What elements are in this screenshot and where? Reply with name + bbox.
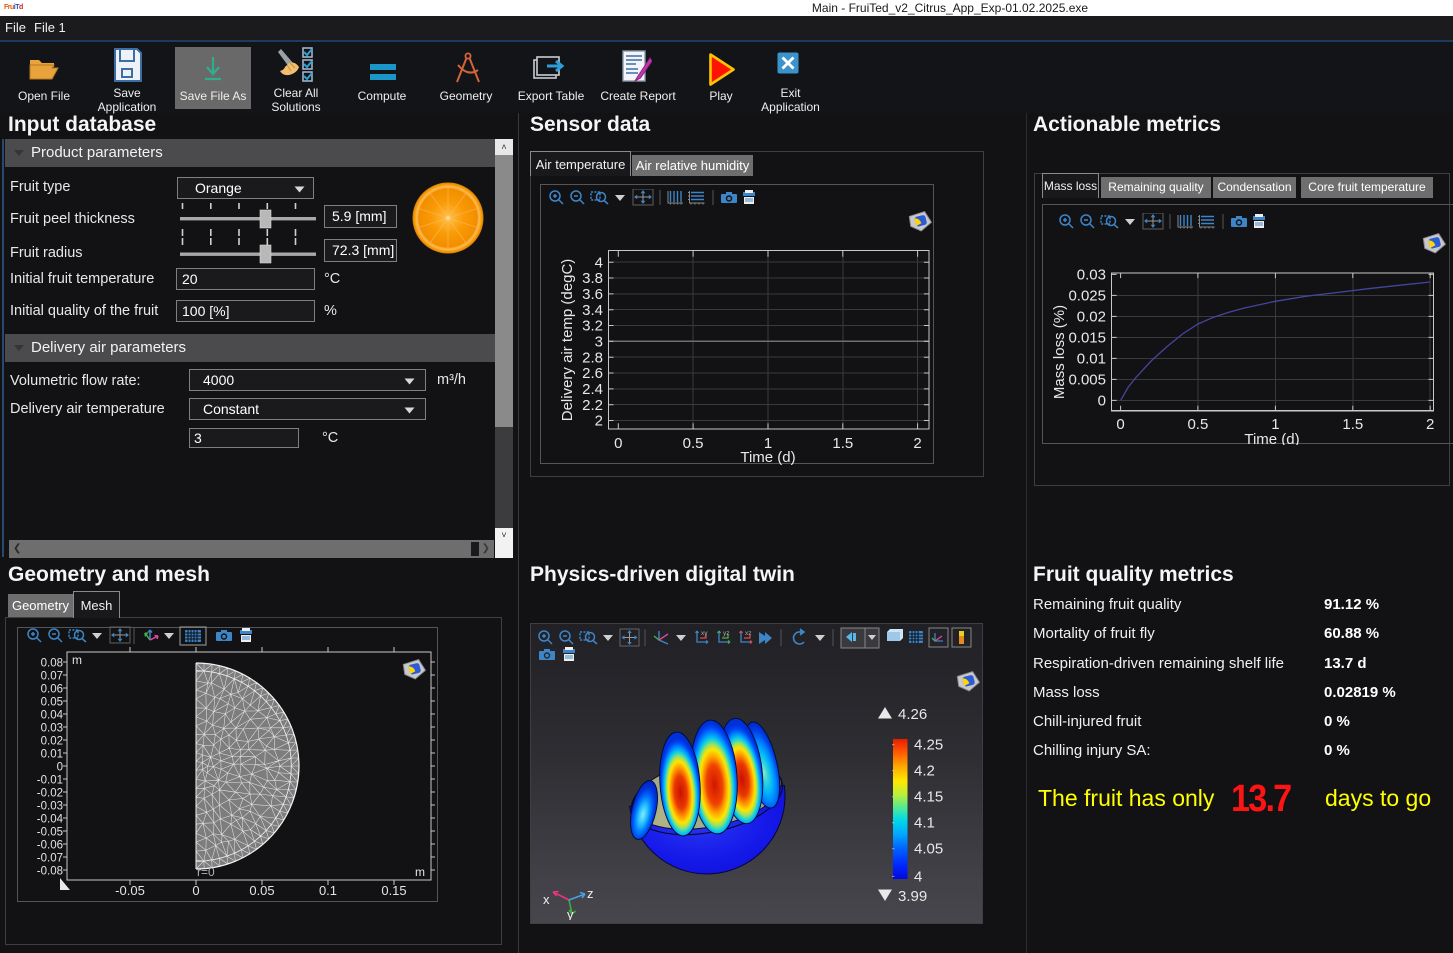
- svg-text:4.15: 4.15: [914, 789, 943, 806]
- svg-text:r=0: r=0: [197, 865, 215, 879]
- svg-text:0.03: 0.03: [41, 723, 63, 735]
- svg-text:-0.07: -0.07: [37, 853, 63, 865]
- svg-text:-0.04: -0.04: [37, 814, 64, 826]
- svg-text:0.02: 0.02: [41, 736, 63, 748]
- svg-text:0.04: 0.04: [41, 710, 64, 722]
- svg-text:4: 4: [914, 868, 922, 885]
- svg-text:4.26: 4.26: [898, 706, 927, 723]
- svg-text:0.03: 0.03: [1077, 266, 1106, 283]
- svg-text:3.2: 3.2: [582, 318, 603, 335]
- svg-text:-0.08: -0.08: [37, 866, 63, 878]
- svg-text:1.5: 1.5: [1342, 416, 1363, 433]
- svg-text:4.2: 4.2: [914, 763, 935, 780]
- svg-text:0: 0: [1116, 416, 1124, 433]
- svg-text:Time (d): Time (d): [740, 449, 795, 465]
- svg-text:z: z: [587, 886, 594, 901]
- svg-text:3: 3: [595, 334, 603, 351]
- svg-text:4.05: 4.05: [914, 841, 943, 858]
- svg-text:0.08: 0.08: [41, 658, 63, 670]
- svg-text:m: m: [72, 653, 82, 667]
- svg-text:0.05: 0.05: [249, 883, 274, 898]
- svg-text:m: m: [415, 865, 425, 879]
- svg-text:-0.06: -0.06: [37, 840, 63, 852]
- svg-text:xz: xz: [745, 630, 752, 637]
- svg-text:Time (d): Time (d): [1244, 431, 1299, 445]
- svg-text:0.02: 0.02: [1077, 308, 1106, 325]
- svg-text:-0.02: -0.02: [37, 788, 63, 800]
- svg-text:0: 0: [57, 762, 63, 774]
- svg-text:xy: xy: [701, 630, 708, 637]
- svg-text:2: 2: [913, 435, 921, 452]
- svg-text:0.07: 0.07: [41, 671, 63, 683]
- svg-text:0.1: 0.1: [319, 883, 337, 898]
- svg-text:2: 2: [595, 413, 603, 430]
- svg-text:y: y: [567, 907, 574, 920]
- svg-text:0: 0: [1098, 392, 1106, 409]
- svg-text:0.015: 0.015: [1068, 329, 1106, 346]
- svg-text:0.005: 0.005: [1068, 371, 1106, 388]
- svg-text:0.15: 0.15: [381, 883, 406, 898]
- svg-text:3.99: 3.99: [898, 888, 927, 905]
- svg-text:-0.03: -0.03: [37, 801, 63, 813]
- svg-text:0.01: 0.01: [1077, 350, 1106, 367]
- svg-text:2.4: 2.4: [582, 381, 603, 398]
- svg-text:4: 4: [595, 254, 603, 271]
- svg-text:0: 0: [192, 883, 199, 898]
- svg-text:0.05: 0.05: [41, 697, 63, 709]
- svg-text:2.8: 2.8: [582, 349, 603, 366]
- svg-text:1.5: 1.5: [832, 435, 853, 452]
- svg-text:0.01: 0.01: [41, 749, 63, 761]
- svg-text:2.6: 2.6: [582, 365, 603, 382]
- svg-text:2: 2: [1426, 416, 1434, 433]
- svg-text:0.5: 0.5: [1187, 416, 1208, 433]
- svg-text:3.6: 3.6: [582, 286, 603, 303]
- svg-text:0.5: 0.5: [683, 435, 704, 452]
- svg-text:x: x: [543, 892, 550, 907]
- svg-text:Delivery air temp (degC): Delivery air temp (degC): [559, 259, 576, 422]
- svg-text:0.025: 0.025: [1068, 287, 1106, 304]
- svg-text:-0.05: -0.05: [115, 883, 145, 898]
- svg-text:-0.01: -0.01: [37, 775, 63, 787]
- svg-text:4.1: 4.1: [914, 815, 935, 832]
- svg-text:3.4: 3.4: [582, 302, 603, 319]
- svg-text:yz: yz: [723, 630, 730, 637]
- svg-text:3.8: 3.8: [582, 270, 603, 287]
- svg-text:2.2: 2.2: [582, 397, 603, 414]
- svg-text:-0.05: -0.05: [37, 827, 63, 839]
- svg-text:0.06: 0.06: [41, 684, 63, 696]
- svg-text:4.25: 4.25: [914, 737, 943, 754]
- svg-text:Mass loss (%): Mass loss (%): [1052, 305, 1068, 399]
- svg-text:0: 0: [614, 435, 622, 452]
